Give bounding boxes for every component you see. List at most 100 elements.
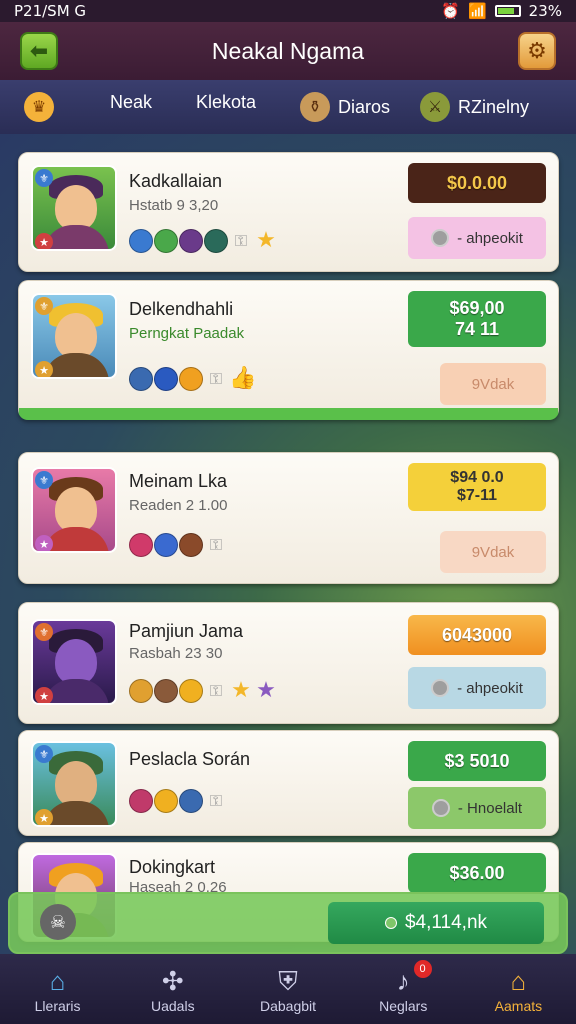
list-item[interactable]: ⚜ ★ Kadkallaian Hstatb 9 3,20 ⚿ ★ $0.0.0… <box>18 152 559 272</box>
gem-icon <box>204 229 228 253</box>
nav-item-home[interactable]: ⌂ Lleraris <box>0 954 115 1024</box>
home-icon: ⌂ <box>49 966 66 996</box>
card-sub: Readen 2 1.00 <box>129 497 228 514</box>
lock-icon: ⚿ <box>209 369 223 388</box>
thumbs-up-icon: 👍 <box>229 366 257 391</box>
card-name: Pamjiun Jama <box>129 621 244 641</box>
lock-icon: ⚿ <box>209 535 223 554</box>
action-button[interactable]: 9Vdak <box>440 531 546 573</box>
price-value: $69,00 <box>449 298 505 318</box>
action-button-label: 9Vdak <box>471 375 515 393</box>
nav-item-uadals[interactable]: ✣ Uadals <box>115 954 230 1024</box>
tab-label: RZinelny <box>458 96 530 117</box>
action-button[interactable]: 9Vdak <box>440 363 546 405</box>
price-value-secondary: 74 11 <box>454 319 500 339</box>
alarm-icon: ⏰ <box>441 2 460 20</box>
shield-icon: ⛨ <box>278 966 298 996</box>
tab-neak[interactable]: Neak <box>110 92 152 113</box>
lock-icon: ⚿ <box>234 231 248 250</box>
item-gems: ⚿ ★ ★ <box>129 679 278 703</box>
nodes-icon: ✣ <box>161 966 184 996</box>
gem-icon <box>179 679 203 703</box>
buy-button[interactable]: - Hnoelalt <box>408 787 546 829</box>
tab-label: Diaros <box>338 96 391 117</box>
character-avatar: ⚜ ★ <box>31 467 117 553</box>
star-badge-icon: ★ <box>35 233 53 249</box>
gem-icon <box>129 229 153 253</box>
gem-icon <box>154 229 178 253</box>
lock-icon: ⚿ <box>209 791 223 810</box>
tab-home[interactable]: ♛ <box>24 92 54 122</box>
list-item[interactable]: ⚜ ★ Delkendhahli Perngkat Paadak ⚿ 👍 $69… <box>18 280 559 420</box>
star-badge-icon: ★ <box>35 809 53 825</box>
tab-klekota[interactable]: Klekota <box>196 92 256 113</box>
star-badge-icon: ★ <box>35 687 53 703</box>
back-arrow-icon: ⬅ <box>29 38 49 64</box>
buy-button[interactable]: - ahpeokit <box>408 217 546 259</box>
gem-icon <box>154 533 178 557</box>
rank-badge-icon: ⚜ <box>35 297 53 315</box>
list-item[interactable]: ⚜ ★ Meinam Lka Readen 2 1.00 ⚿ $94 0.0 $… <box>18 452 559 584</box>
nav-item-dabagbit[interactable]: ⛨ Dabagbit <box>230 954 345 1024</box>
settings-button[interactable]: ⚙ <box>518 32 556 70</box>
bag-icon: ⚱ <box>300 92 330 122</box>
gem-icon <box>129 679 153 703</box>
offer-button-label: $4,114,nk <box>404 912 488 933</box>
offer-button[interactable]: $4,114,nk <box>328 902 544 944</box>
gem-icon <box>179 789 203 813</box>
item-gems: ⚿ <box>129 789 228 813</box>
price-value: $94 0.0 <box>450 469 504 486</box>
item-gems: ⚿ <box>129 533 228 557</box>
gem-icon <box>154 679 178 703</box>
nav-label: Aamats <box>494 998 543 1014</box>
action-button-label: 9Vdak <box>471 543 515 561</box>
nav-item-aamats[interactable]: ⌂ Aamats <box>461 954 576 1024</box>
gem-icon <box>129 789 153 813</box>
card-name: Kadkallaian <box>129 171 223 191</box>
list-item[interactable]: ⚜ ★ Peslacla Során ⚿ $3 5010 - Hnoelalt <box>18 730 559 836</box>
list-item[interactable]: ⚜ ★ Pamjiun Jama Rasbah 23 30 ⚿ ★ ★ 6043… <box>18 602 559 724</box>
gem-icon <box>384 917 397 929</box>
card-sub: Hstatb 9 3,20 <box>129 197 219 214</box>
coin-icon <box>431 679 450 697</box>
character-avatar: ⚜ ★ <box>31 741 117 827</box>
sword-icon: ⚔ <box>420 92 450 122</box>
bell-icon: ♪ <box>396 966 410 996</box>
star-icon: ★ <box>231 678 251 703</box>
tab-rzinelny[interactable]: ⚔ RZinelny <box>420 92 529 122</box>
buy-button-label: - ahpeokit <box>457 229 523 247</box>
card-sub: Rasbah 23 30 <box>129 645 223 662</box>
tab-diaros[interactable]: ⚱ Diaros <box>300 92 390 122</box>
gem-icon <box>154 789 178 813</box>
nav-label: Lleraris <box>34 998 81 1014</box>
lock-icon: ⚿ <box>209 681 223 700</box>
tab-label: Neak <box>110 92 153 112</box>
rank-badge-icon: ⚜ <box>35 471 53 489</box>
nav-label: Uadals <box>151 998 195 1014</box>
rank-badge-icon: ⚜ <box>35 169 53 187</box>
back-button[interactable]: ⬅ <box>20 32 58 70</box>
price-tag: 6043000 <box>408 615 546 655</box>
gem-icon <box>129 533 153 557</box>
coin-icon <box>431 229 450 247</box>
tab-bar: ♛ Neak Klekota ⚱ Diaros ⚔ RZinelny <box>0 80 576 134</box>
card-sub: Perngkat Paadak <box>129 325 245 342</box>
character-avatar: ⚜ ★ <box>31 165 117 251</box>
price-value-secondary: $7-11 <box>456 487 498 504</box>
buy-button[interactable]: - ahpeokit <box>408 667 546 709</box>
item-gems: ⚿ ★ <box>129 229 278 253</box>
nav-label: Dabagbit <box>259 998 317 1014</box>
price-tag: $0.0.00 <box>408 163 546 203</box>
nav-item-neglars[interactable]: ♪ 0 Neglars <box>346 954 461 1024</box>
star-badge-icon: ★ <box>35 535 53 551</box>
buy-button-label: - Hnoelalt <box>457 799 523 817</box>
price-tag: $36.00 <box>408 853 546 893</box>
special-offer-banner[interactable]: ☠ $4,114,nk <box>8 892 568 954</box>
card-name: Meinam Lka <box>129 471 228 491</box>
status-icons: ⏰ 📶 23% <box>441 2 562 20</box>
gem-icon <box>154 367 178 391</box>
app-header: ⬅ Neakal Ngama ⚙ <box>0 22 576 80</box>
skull-icon: ☠ <box>40 904 76 940</box>
crown-icon: ♛ <box>24 92 54 122</box>
bottom-nav: ⌂ Lleraris ✣ Uadals ⛨ Dabagbit ♪ 0 Negla… <box>0 954 576 1024</box>
